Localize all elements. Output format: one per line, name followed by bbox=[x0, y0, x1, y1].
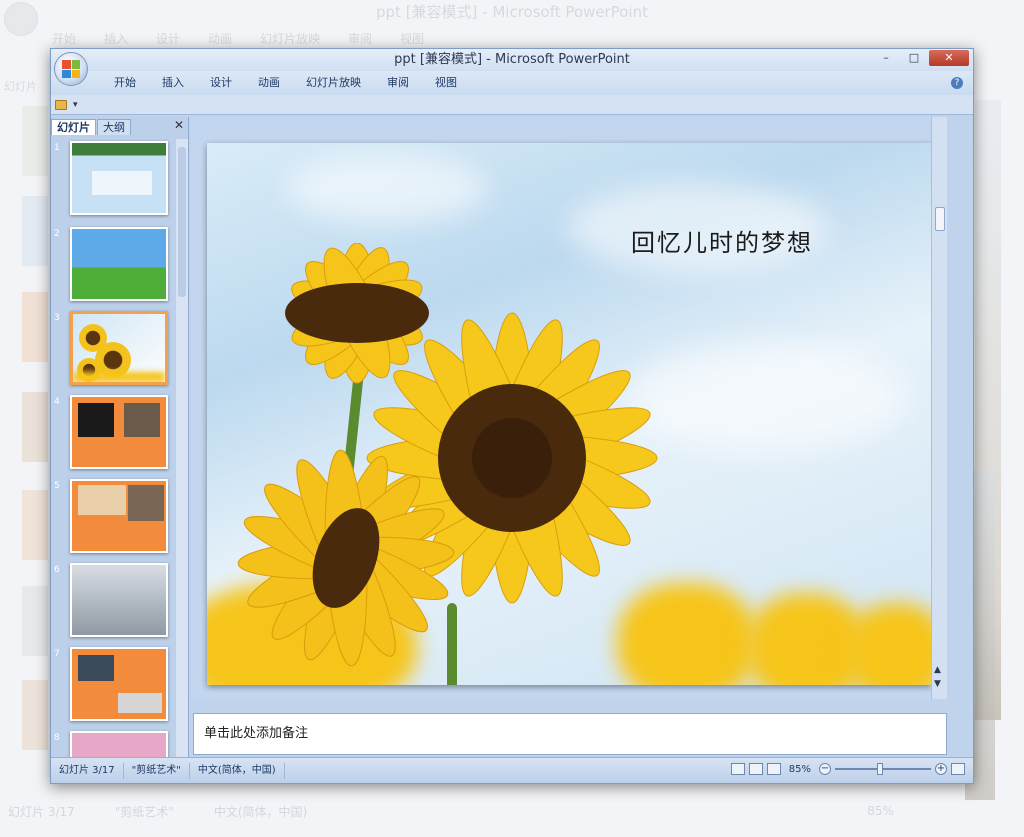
open-folder-icon[interactable] bbox=[55, 99, 67, 110]
slide-thumbnail-5[interactable] bbox=[70, 479, 168, 553]
maximize-button[interactable]: □ bbox=[901, 50, 927, 66]
slide-number: 1 bbox=[54, 143, 60, 153]
tab-view[interactable]: 视图 bbox=[422, 71, 470, 95]
tab-outline[interactable]: 大纲 bbox=[97, 119, 131, 135]
slide-title[interactable]: 回忆儿时的梦想 bbox=[631, 223, 813, 258]
slide-thumbnail-7[interactable] bbox=[70, 647, 168, 721]
background-panel-tab: 幻灯片 bbox=[4, 80, 37, 93]
zoom-out-button[interactable]: − bbox=[819, 763, 831, 775]
background-status-lang: 中文(简体，中国) bbox=[213, 804, 308, 819]
current-slide[interactable]: 回忆儿时的梦想 bbox=[207, 143, 931, 685]
zoom-level[interactable]: 85% bbox=[789, 764, 811, 775]
background-tab: 插入 bbox=[104, 32, 129, 46]
slide-number: 3 bbox=[54, 313, 60, 323]
background-tab: 设计 bbox=[156, 32, 181, 46]
background-window-title: ppt [兼容模式] - Microsoft PowerPoint bbox=[376, 3, 648, 21]
background-ribbon-tabs: 开始 插入 设计 动画 幻灯片放映 审阅 视图 bbox=[52, 30, 424, 47]
window-controls: – □ ✕ bbox=[873, 50, 969, 66]
thumbnail-scrollbar-thumb[interactable] bbox=[178, 147, 186, 297]
view-zoom-controls: 85% − + bbox=[730, 763, 965, 775]
slide-scrollbar-thumb[interactable] bbox=[935, 207, 945, 231]
tab-slideshow[interactable]: 幻灯片放映 bbox=[293, 71, 374, 95]
qat-customize-icon[interactable]: ▾ bbox=[73, 100, 78, 110]
slide-thumbnail-8[interactable] bbox=[70, 731, 168, 757]
background-status-bar: 幻灯片 3/17 "剪纸艺术" 中文(简体，中国) 85% bbox=[0, 800, 1024, 822]
slide-number: 7 bbox=[54, 649, 60, 659]
powerpoint-window: ppt [兼容模式] - Microsoft PowerPoint – □ ✕ … bbox=[50, 48, 974, 784]
slide-scrollbar[interactable]: ▲ ▼ bbox=[931, 117, 947, 699]
background-tab: 幻灯片放映 bbox=[260, 32, 321, 46]
tab-design[interactable]: 设计 bbox=[197, 71, 245, 95]
notes-pane[interactable]: 单击此处添加备注 bbox=[193, 713, 947, 755]
zoom-slider-knob[interactable] bbox=[877, 763, 883, 775]
slide-thumbnail-4[interactable] bbox=[70, 395, 168, 469]
normal-view-icon[interactable] bbox=[730, 763, 745, 775]
slideshow-view-icon[interactable] bbox=[766, 763, 781, 775]
sunflower-image bbox=[237, 449, 455, 667]
slide-number: 2 bbox=[54, 229, 60, 239]
slide-editing-area: 回忆儿时的梦想 ▲ ▼ bbox=[191, 117, 947, 699]
slide-number: 4 bbox=[54, 397, 60, 407]
window-title: ppt [兼容模式] - Microsoft PowerPoint bbox=[394, 52, 630, 67]
slide-number: 6 bbox=[54, 565, 60, 575]
next-slide-button[interactable]: ▼ bbox=[934, 679, 941, 689]
fit-to-window-icon[interactable] bbox=[951, 763, 965, 775]
notes-placeholder: 单击此处添加备注 bbox=[204, 726, 309, 741]
panel-close-icon[interactable]: ✕ bbox=[174, 118, 184, 132]
slide-thumbnail-6[interactable] bbox=[70, 563, 168, 637]
help-icon[interactable]: ? bbox=[951, 77, 963, 89]
tab-slides[interactable]: 幻灯片 bbox=[51, 119, 96, 135]
thumbnail-scrollbar[interactable] bbox=[176, 139, 188, 757]
tab-insert[interactable]: 插入 bbox=[149, 71, 197, 95]
tab-home[interactable]: 开始 bbox=[101, 71, 149, 95]
slides-panel: 幻灯片 大纲 ✕ 1 2 3 4 5 6 7 8 bbox=[51, 117, 189, 757]
office-button[interactable] bbox=[54, 52, 88, 86]
status-bar: 幻灯片 3/17 "剪纸艺术" 中文(简体，中国) 85% − + bbox=[51, 757, 973, 783]
background-tab: 动画 bbox=[208, 32, 233, 46]
background-status-slide: 幻灯片 3/17 bbox=[8, 804, 75, 819]
panel-tabs: 幻灯片 大纲 bbox=[51, 117, 189, 135]
quick-access-toolbar: ▾ bbox=[51, 95, 973, 115]
background-status-zoom: 85% bbox=[867, 804, 894, 818]
tab-animations[interactable]: 动画 bbox=[245, 71, 293, 95]
slide-thumbnail-2[interactable] bbox=[70, 227, 168, 301]
previous-slide-button[interactable]: ▲ bbox=[934, 665, 941, 675]
zoom-in-button[interactable]: + bbox=[935, 763, 947, 775]
zoom-slider[interactable] bbox=[835, 763, 931, 775]
minimize-button[interactable]: – bbox=[873, 50, 899, 66]
close-button[interactable]: ✕ bbox=[929, 50, 969, 66]
status-theme: "剪纸艺术" bbox=[124, 762, 190, 779]
slide-thumbnail-1[interactable] bbox=[70, 141, 168, 215]
tab-review[interactable]: 审阅 bbox=[374, 71, 422, 95]
slide-thumbnails: 1 2 3 4 5 6 7 8 bbox=[51, 139, 177, 757]
status-slide-count: 幻灯片 3/17 bbox=[51, 762, 124, 779]
office-logo-icon bbox=[62, 60, 80, 78]
background-thumbnail-column bbox=[0, 96, 48, 796]
ribbon-tabs: 开始 插入 设计 动画 幻灯片放映 审阅 视图 bbox=[51, 71, 973, 95]
slide-number: 8 bbox=[54, 733, 60, 743]
title-bar: ppt [兼容模式] - Microsoft PowerPoint – □ ✕ bbox=[51, 49, 973, 71]
status-language: 中文(简体，中国) bbox=[190, 762, 285, 779]
slide-number: 5 bbox=[54, 481, 60, 491]
background-status-theme: "剪纸艺术" bbox=[114, 804, 174, 819]
background-tab: 审阅 bbox=[348, 32, 373, 46]
slide-thumbnail-3[interactable] bbox=[70, 311, 168, 385]
background-tab: 视图 bbox=[400, 32, 425, 46]
background-tab: 开始 bbox=[52, 32, 77, 46]
slide-sorter-icon[interactable] bbox=[748, 763, 763, 775]
